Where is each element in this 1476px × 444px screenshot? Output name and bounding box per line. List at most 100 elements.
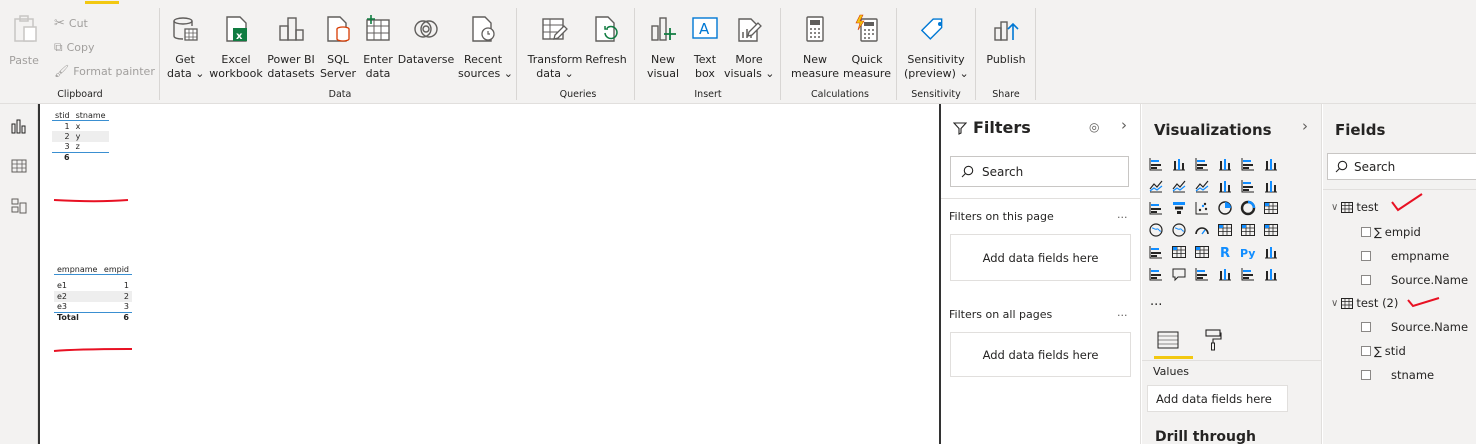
line-and-clustered-column-chart-icon[interactable] <box>1240 178 1256 194</box>
red-checkmark-annotation <box>1407 297 1440 308</box>
scatter-chart-icon[interactable] <box>1194 200 1210 216</box>
multi-row-card-icon[interactable] <box>1240 222 1256 238</box>
stacked-area-chart-icon[interactable] <box>1194 178 1210 194</box>
table-header[interactable]: stname <box>73 110 109 121</box>
table-header[interactable]: empname <box>54 264 101 275</box>
field-item-stid[interactable]: ∑ stid <box>1361 344 1406 358</box>
pie-chart-icon[interactable] <box>1217 200 1233 216</box>
waterfall-chart-icon[interactable] <box>1148 200 1164 216</box>
clustered-column-chart-icon[interactable] <box>1217 156 1233 172</box>
field-checkbox[interactable] <box>1361 275 1371 285</box>
enter-data-button[interactable]: Enter data <box>360 14 396 81</box>
data-view-icon[interactable] <box>11 158 27 174</box>
collapse-chevron-icon[interactable]: › <box>1121 116 1127 134</box>
ribbon-chart-icon[interactable] <box>1263 178 1279 194</box>
field-item-source-name[interactable]: Source.Name <box>1361 273 1468 287</box>
smart-narrative-icon[interactable] <box>1194 266 1210 282</box>
field-item-source-name-2[interactable]: Source.Name <box>1361 320 1468 334</box>
stacked-column-chart-icon[interactable] <box>1171 156 1187 172</box>
eye-icon[interactable]: ◎ <box>1089 120 1099 134</box>
svg-text:Py: Py <box>1240 247 1255 260</box>
gauge-icon[interactable] <box>1194 222 1210 238</box>
line-chart-icon[interactable] <box>1148 178 1164 194</box>
map-icon[interactable] <box>1148 222 1164 238</box>
more-options-icon[interactable]: ... <box>1117 208 1128 221</box>
filters-all-drop-zone[interactable]: Add data fields here <box>950 332 1131 377</box>
cut-button[interactable]: ✂ Cut <box>54 16 88 31</box>
more-visuals-ellipsis[interactable]: ... <box>1150 294 1162 309</box>
group-separator <box>159 8 160 100</box>
paint-roller-icon[interactable] <box>1204 328 1222 352</box>
r-script-visual-icon[interactable]: R <box>1217 244 1233 260</box>
funnel-chart-icon[interactable] <box>1171 200 1187 216</box>
field-table-test[interactable]: ∨ test <box>1331 200 1378 214</box>
field-checkbox[interactable] <box>1361 322 1371 332</box>
quick-measure-button[interactable]: Quick measure <box>842 14 892 81</box>
field-name: Source.Name <box>1391 273 1469 287</box>
paste-button[interactable]: Paste <box>8 14 40 74</box>
table-icon[interactable] <box>1171 244 1187 260</box>
values-drop-zone[interactable]: Add data fields here <box>1147 385 1288 412</box>
fields-well-icon[interactable] <box>1156 330 1180 352</box>
100-stacked-bar-chart-icon[interactable] <box>1240 156 1256 172</box>
python-visual-icon[interactable]: Py <box>1240 244 1256 260</box>
model-view-icon[interactable] <box>11 198 27 214</box>
get-data-button[interactable]: Get data ⌄ <box>167 14 205 81</box>
power-apps-icon[interactable] <box>1240 266 1256 282</box>
field-item-empid[interactable]: ∑ empid <box>1361 225 1421 239</box>
card-icon[interactable] <box>1217 222 1233 238</box>
field-item-stname[interactable]: stname <box>1361 368 1434 382</box>
field-item-empname[interactable]: empname <box>1361 249 1449 263</box>
sql-server-button[interactable]: SQL Server <box>318 14 358 81</box>
table-cell: 3 <box>64 142 70 151</box>
area-chart-icon[interactable] <box>1171 178 1187 194</box>
text-box-button[interactable]: A Text box <box>688 14 722 81</box>
text-box-icon: A <box>692 17 718 39</box>
powerbi-datasets-button[interactable]: Power BI datasets <box>265 14 317 81</box>
field-checkbox[interactable] <box>1361 346 1371 356</box>
report-canvas[interactable]: stid stname 1x 2y 3z 6 empname empid e1 1… <box>38 104 941 444</box>
treemap-icon[interactable] <box>1263 200 1279 216</box>
filled-map-icon[interactable] <box>1171 222 1187 238</box>
paginated-report-icon[interactable] <box>1217 266 1233 282</box>
dataverse-button[interactable]: Dataverse <box>397 14 455 67</box>
line-and-column-chart-icon[interactable] <box>1217 178 1233 194</box>
more-visuals-button[interactable]: More visuals ⌄ <box>724 14 775 81</box>
filters-page-drop-zone[interactable]: Add data fields here <box>950 234 1131 281</box>
field-checkbox[interactable] <box>1361 227 1371 237</box>
filters-search-input[interactable]: Search <box>950 156 1129 187</box>
kpi-icon[interactable] <box>1263 222 1279 238</box>
decomposition-tree-icon[interactable] <box>1148 266 1164 282</box>
stacked-bar-chart-icon[interactable] <box>1148 156 1164 172</box>
publish-button[interactable]: Publish <box>983 14 1029 67</box>
table-visual-2[interactable]: empname empid e1 1 e2 2 e3 3 Total 6 <box>54 264 132 323</box>
field-checkbox[interactable] <box>1361 370 1371 380</box>
sensitivity-button[interactable]: Sensitivity (preview) ⌄ <box>904 14 969 81</box>
field-checkbox[interactable] <box>1361 251 1371 261</box>
table-header[interactable]: empid <box>101 264 132 275</box>
power-automate-icon[interactable] <box>1263 266 1279 282</box>
slicer-icon[interactable] <box>1148 244 1164 260</box>
transform-data-button[interactable]: Transform data ⌄ <box>526 14 584 81</box>
report-view-icon[interactable] <box>11 118 27 134</box>
format-painter-button[interactable]: 🖌 Format painter <box>54 64 155 78</box>
new-measure-button[interactable]: New measure <box>790 14 840 81</box>
collapse-chevron-icon[interactable]: › <box>1302 117 1308 135</box>
key-influencers-icon[interactable] <box>1263 244 1279 260</box>
table-header[interactable]: stid <box>52 110 73 121</box>
fields-search-input[interactable]: Search <box>1327 153 1476 180</box>
qa-icon[interactable] <box>1171 266 1187 282</box>
copy-button[interactable]: ⧉ Copy <box>54 40 94 55</box>
recent-sources-button[interactable]: Recent sources ⌄ <box>458 14 513 81</box>
more-options-icon[interactable]: ... <box>1117 306 1128 319</box>
donut-chart-icon[interactable] <box>1240 200 1256 216</box>
clustered-bar-chart-icon[interactable] <box>1194 156 1210 172</box>
100-stacked-column-chart-icon[interactable] <box>1263 156 1279 172</box>
matrix-icon[interactable] <box>1194 244 1210 260</box>
field-table-test-2[interactable]: ∨ test (2) <box>1331 296 1398 310</box>
table-visual-1[interactable]: stid stname 1x 2y 3z 6 <box>52 110 109 163</box>
new-visual-button[interactable]: New visual <box>644 14 682 81</box>
refresh-button[interactable]: Refresh <box>585 14 627 67</box>
excel-workbook-button[interactable]: x Excel workbook <box>207 14 265 81</box>
quick-measure-icon <box>855 14 878 42</box>
